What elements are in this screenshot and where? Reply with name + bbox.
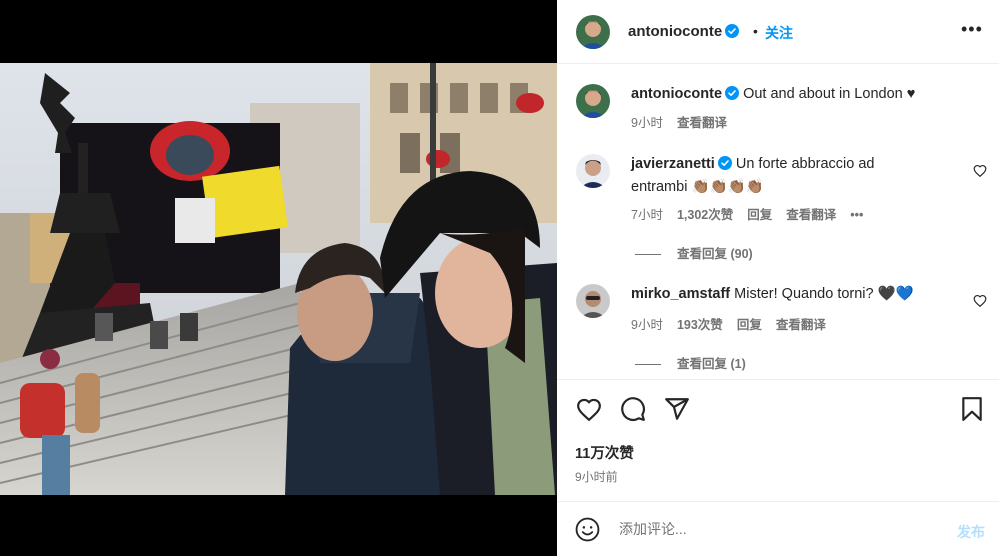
post-header: antonioconte • 关注 ••• [557,0,999,64]
follow-button[interactable]: 关注 [765,23,793,43]
comment-like-heart-icon[interactable] [973,164,987,182]
comment-text: Mister! Quando torni? 🖤💙 [734,286,914,302]
author-username[interactable]: antonioconte [628,23,722,40]
replies-divider [635,364,661,366]
view-replies-button[interactable]: 查看回复 (90) [635,243,753,262]
comment-meta: 9小时 193次赞 回复 查看翻译 [631,314,840,333]
verified-badge-icon [725,86,740,107]
comment-likes-button[interactable]: 193次赞 [677,318,723,332]
comment-translate-button[interactable]: 查看翻译 [776,318,826,332]
likes-count[interactable]: 11万次赞 [575,442,634,463]
comment-item: mirko_amstaff Mister! Quando torni? 🖤💙 [631,284,961,305]
comment-reply-button[interactable]: 回复 [747,208,772,222]
replies-divider [635,254,661,256]
emoji-icon[interactable] [575,517,600,547]
caption-text: Out and about in London ♥ [743,86,916,102]
comment-avatar[interactable] [576,284,610,318]
caption-username[interactable]: antonioconte [631,86,722,102]
verified-badge-icon [725,24,740,42]
comment-translate-button[interactable]: 查看翻译 [786,208,836,222]
caption-time: 9小时 [631,116,663,130]
comment-composer: 发布 [557,501,999,556]
comment-input[interactable] [619,518,919,540]
caption-translate-button[interactable]: 查看翻译 [677,116,727,130]
comment-icon[interactable] [620,396,646,427]
caption-meta: 9小时 查看翻译 [631,112,741,131]
separator-dot: • [753,23,758,39]
comment-username[interactable]: mirko_amstaff [631,286,730,302]
author-username-link[interactable]: antonioconte [628,23,740,42]
post-time[interactable]: 9小时前 [575,468,618,485]
post-side-panel: antonioconte • 关注 ••• antonioconte Out a… [557,0,999,556]
view-replies-label[interactable]: 查看回复 (90) [677,247,753,261]
caption-avatar[interactable] [576,84,610,118]
share-icon[interactable] [664,396,690,427]
post-photo[interactable] [0,63,557,495]
comment-avatar[interactable] [576,154,610,188]
caption: antonioconte Out and about in London ♥ [631,84,971,107]
post-actions: 11万次赞 9小时前 [557,379,999,501]
comment-time: 9小时 [631,318,663,332]
author-avatar[interactable] [576,15,610,49]
heart-icon[interactable] [576,397,602,426]
post-media-panel [0,0,557,556]
verified-badge-icon [717,156,732,177]
view-replies-button[interactable]: 查看回复 (1) [635,353,746,372]
comment-like-heart-icon[interactable] [973,294,987,312]
comment-reply-button[interactable]: 回复 [737,318,762,332]
bookmark-icon[interactable] [961,396,983,427]
post-comment-button[interactable]: 发布 [957,522,985,542]
comment-item: javierzanetti Un forte abbraccio ad entr… [631,154,931,198]
view-replies-label[interactable]: 查看回复 (1) [677,357,746,371]
comment-more-options-icon[interactable]: ••• [850,208,863,222]
comment-meta: 7小时 1,302次赞 回复 查看翻译 ••• [631,204,877,223]
comment-time: 7小时 [631,208,663,222]
comment-likes-button[interactable]: 1,302次赞 [677,208,733,222]
comment-username[interactable]: javierzanetti [631,156,715,172]
more-options-icon[interactable]: ••• [961,19,983,40]
